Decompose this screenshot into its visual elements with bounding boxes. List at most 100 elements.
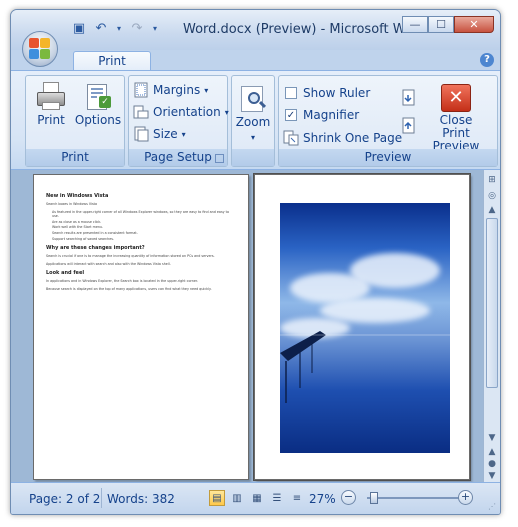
zoom-button[interactable]: Zoom ▾	[235, 86, 271, 143]
page-2[interactable]	[253, 173, 471, 481]
minimize-button[interactable]: —	[402, 16, 428, 33]
web-layout-icon[interactable]: ▦	[249, 490, 265, 506]
vertical-scrollbar[interactable]: ⊞ ◎ ▲ ▼ ▲ ● ▼	[483, 170, 500, 484]
ruler-toggle-icon[interactable]: ⊞	[486, 174, 498, 186]
shrink-one-page-label: Shrink One Page	[303, 131, 403, 145]
zoom-out-button[interactable]: −	[341, 490, 356, 505]
scroll-up-arrow-icon[interactable]: ▲	[486, 204, 498, 216]
redo-icon[interactable]: ↷	[129, 20, 145, 36]
zoom-button-label: Zoom	[235, 115, 271, 129]
window-controls: — ☐ ✕	[402, 16, 494, 33]
previous-page-button[interactable]	[401, 117, 421, 134]
print-group-label: Print	[26, 149, 124, 166]
magnifier-label: Magnifier	[303, 108, 360, 122]
orientation-label: Orientation	[153, 105, 221, 119]
print-button[interactable]: Print	[32, 82, 70, 127]
doc-paragraph: Applications will interact with search a…	[46, 261, 171, 266]
scroll-down-arrow-icon[interactable]: ▼	[486, 432, 498, 444]
undo-icon[interactable]: ↶	[93, 20, 109, 36]
window-title: Word.docx (Preview) - Microsoft W...	[183, 22, 417, 37]
document-preview-area: New in Windows Vista Search boxes in Win…	[11, 170, 485, 484]
tab-print-preview[interactable]: Print Preview	[73, 51, 151, 86]
margins-label: Margins	[153, 83, 201, 97]
status-separator	[101, 488, 102, 508]
dialog-launcher-icon[interactable]	[215, 154, 224, 163]
doc-paragraph: Search boxes in Windows Vista	[46, 202, 97, 206]
options-button-label: Options	[74, 113, 122, 127]
close-preview-icon: ✕	[441, 84, 471, 112]
preview-group-label: Preview	[279, 149, 497, 166]
shrink-one-page-button[interactable]: Shrink One Page	[283, 130, 402, 146]
show-ruler-checkbox[interactable]: Show Ruler	[285, 86, 370, 100]
ribbon: Print ✓ Options Print Margins ▾ Orientat…	[11, 70, 500, 170]
maximize-button[interactable]: ☐	[428, 16, 454, 33]
pier-icon	[280, 331, 450, 403]
close-preview-label-1: Close Print	[439, 113, 473, 140]
zoom-level[interactable]: 27%	[309, 492, 336, 506]
margins-icon	[133, 82, 149, 98]
draft-view-icon[interactable]: ≡	[289, 490, 305, 506]
scroll-thumb[interactable]	[486, 218, 498, 388]
full-screen-reading-icon[interactable]: ▥	[229, 490, 245, 506]
chevron-down-icon: ▾	[204, 85, 209, 95]
zoom-icon	[239, 86, 267, 114]
zoom-slider-thumb[interactable]	[370, 492, 378, 504]
customize-qat-icon[interactable]: ▾	[151, 20, 159, 36]
ribbon-tab-bar: Print Preview ?	[11, 50, 500, 86]
next-page-icon[interactable]: ▼	[486, 470, 498, 482]
print-layout-view-icon[interactable]: ▤	[209, 490, 225, 506]
page-count[interactable]: Page: 2 of 2	[29, 492, 100, 506]
show-ruler-check[interactable]	[285, 87, 297, 99]
chevron-down-icon: ▾	[224, 107, 229, 117]
zoom-in-button[interactable]: +	[458, 490, 473, 505]
next-page-button[interactable]	[401, 89, 421, 106]
page-1[interactable]: New in Windows Vista Search boxes in Win…	[33, 174, 249, 480]
chevron-down-icon[interactable]: ▾	[115, 20, 123, 36]
office-button[interactable]	[22, 31, 58, 67]
doc-heading: New in Windows Vista	[46, 193, 109, 199]
printer-icon	[36, 82, 66, 112]
status-bar: Page: 2 of 2 Words: 382 ▤ ▥ ▦ ☰ ≡ 27% − …	[11, 482, 500, 514]
magnifier-checkbox[interactable]: ✓ Magnifier	[285, 108, 359, 122]
doc-paragraph: Because search is displayed on the top o…	[46, 286, 212, 291]
help-icon[interactable]: ?	[480, 53, 494, 67]
zoom-group: Zoom ▾	[231, 75, 275, 167]
orientation-icon	[133, 104, 149, 120]
size-button[interactable]: Size ▾	[133, 126, 186, 142]
doc-list-item: Search results are presented in a consis…	[52, 230, 138, 235]
print-group: Print ✓ Options Print	[25, 75, 125, 167]
resize-grip-icon[interactable]: ⋰	[488, 502, 498, 512]
outline-view-icon[interactable]: ☰	[269, 490, 285, 506]
print-button-label: Print	[37, 113, 65, 127]
zoom-group-label	[232, 149, 274, 166]
chevron-down-icon: ▾	[181, 129, 186, 139]
browse-object-icon[interactable]: ●	[486, 458, 498, 470]
save-icon[interactable]: ▣	[71, 20, 87, 36]
next-page-icon	[401, 89, 417, 106]
pier-photo	[280, 203, 450, 453]
close-button[interactable]: ✕	[454, 16, 494, 33]
word-count[interactable]: Words: 382	[107, 492, 175, 506]
scroll-up-icon[interactable]: ◎	[486, 190, 498, 202]
close-print-preview-button[interactable]: ✕ Close Print Preview	[425, 84, 487, 153]
margins-button[interactable]: Margins ▾	[133, 82, 208, 98]
doc-paragraph: In applications and in Windows Explorer,…	[46, 279, 198, 284]
chevron-down-icon: ▾	[250, 133, 255, 142]
doc-list-item: Are as close as a mouse click.	[52, 219, 102, 224]
word-window: ▣ ↶ ▾ ↷ ▾ Word.docx (Preview) - Microsof…	[10, 9, 501, 515]
doc-heading: Why are these changes important?	[46, 245, 145, 252]
preview-group: Show Ruler ✓ Magnifier Shrink One Page ✕…	[278, 75, 498, 167]
options-button[interactable]: ✓ Options	[74, 82, 122, 127]
doc-list-item: Support searching of saved searches.	[52, 236, 115, 241]
quick-access-toolbar: ▣ ↶ ▾ ↷ ▾	[71, 20, 159, 36]
title-bar: ▣ ↶ ▾ ↷ ▾ Word.docx (Preview) - Microsof…	[11, 10, 500, 50]
magnifier-check[interactable]: ✓	[285, 109, 297, 121]
size-icon	[133, 126, 149, 142]
show-ruler-label: Show Ruler	[303, 86, 371, 100]
previous-page-icon[interactable]: ▲	[486, 446, 498, 458]
orientation-button[interactable]: Orientation ▾	[133, 104, 229, 120]
page-setup-group: Margins ▾ Orientation ▾ Size ▾ Page Setu…	[128, 75, 229, 167]
zoom-slider-track[interactable]	[367, 497, 467, 499]
doc-heading: Look and feel	[46, 270, 85, 277]
print-options-icon: ✓	[83, 82, 113, 112]
